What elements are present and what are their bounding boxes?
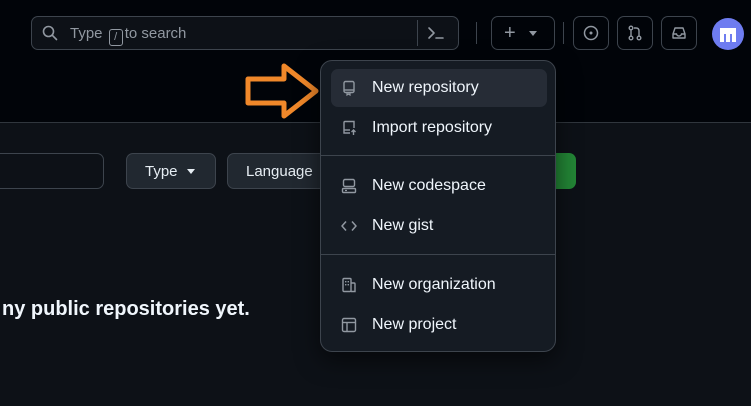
language-filter-label: Language <box>246 162 313 180</box>
search-placeholder-prefix: Type <box>70 25 103 42</box>
type-filter-button[interactable]: Type <box>126 153 216 189</box>
menu-item-label: New gist <box>372 217 434 234</box>
inbox-icon <box>672 27 686 39</box>
project-icon <box>338 317 360 333</box>
codespaces-icon <box>338 178 360 194</box>
repo-icon <box>338 80 360 96</box>
create-new-button[interactable]: + <box>491 16 555 50</box>
issue-icon <box>583 25 599 41</box>
code-icon <box>338 218 360 234</box>
search-shortcut-key: / <box>108 29 123 46</box>
command-palette-button[interactable] <box>417 20 454 46</box>
chevron-down-icon <box>186 168 195 174</box>
menu-item-label: New project <box>372 316 457 333</box>
search-icon <box>42 25 58 45</box>
menu-item-label: New organization <box>372 276 496 293</box>
git-pull-request-icon <box>628 25 642 41</box>
menu-divider <box>321 254 555 255</box>
avatar[interactable] <box>712 18 744 50</box>
chevron-down-icon <box>528 30 537 36</box>
inbox-button[interactable] <box>661 16 697 50</box>
create-new-menu: New repository Import repository New cod… <box>320 60 556 352</box>
menu-item-new-repository[interactable]: New repository <box>331 69 547 107</box>
repository-filter-input[interactable] <box>0 153 104 189</box>
menu-item-label: New repository <box>372 79 479 96</box>
empty-state-message: ny public repositories yet. <box>2 298 250 320</box>
pull-requests-button[interactable] <box>617 16 653 50</box>
organization-icon <box>338 277 360 293</box>
menu-item-new-organization[interactable]: New organization <box>331 266 547 304</box>
type-filter-label: Type <box>145 162 178 180</box>
menu-item-label: Import repository <box>372 119 493 136</box>
menu-item-new-gist[interactable]: New gist <box>331 207 547 245</box>
menu-item-new-codespace[interactable]: New codespace <box>331 167 547 205</box>
header-divider <box>476 22 477 44</box>
menu-item-new-project[interactable]: New project <box>331 306 547 344</box>
header-divider <box>563 22 564 44</box>
terminal-icon <box>428 27 444 39</box>
repo-push-icon <box>338 120 360 136</box>
search-placeholder-suffix: to search <box>124 25 187 42</box>
search-placeholder: Type / to search <box>70 25 186 46</box>
search-input[interactable]: Type / to search <box>31 16 459 50</box>
menu-item-import-repository[interactable]: Import repository <box>331 109 547 147</box>
arrow-annotation-icon <box>244 62 320 125</box>
menu-item-label: New codespace <box>372 177 486 194</box>
plus-icon: + <box>504 21 516 44</box>
issues-button[interactable] <box>573 16 609 50</box>
menu-divider <box>321 155 555 156</box>
